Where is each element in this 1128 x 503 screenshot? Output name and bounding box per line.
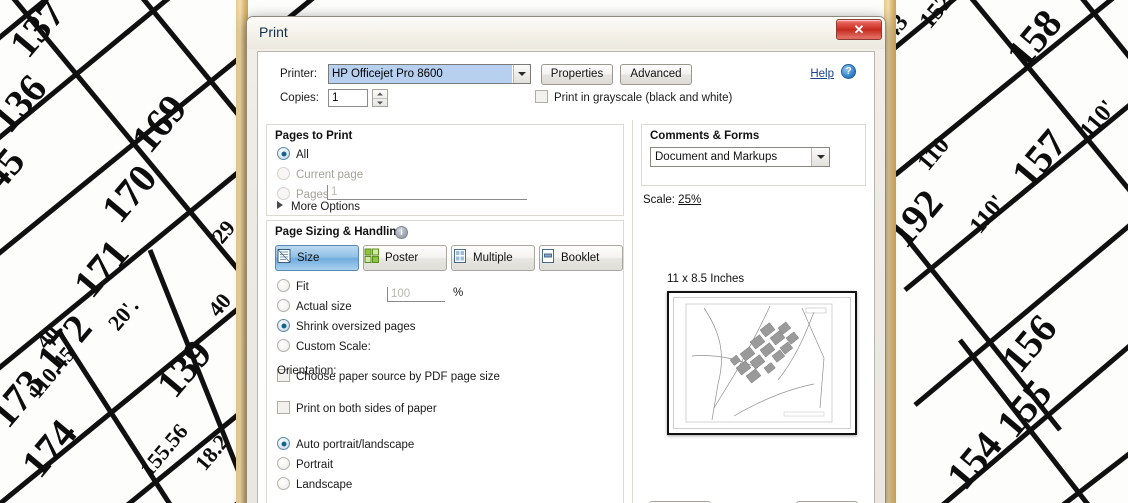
- help-link[interactable]: Help: [810, 68, 834, 80]
- close-icon[interactable]: ✕: [836, 19, 882, 40]
- radio-pages-indicator: [277, 187, 290, 200]
- radio-all-indicator: [277, 147, 290, 160]
- comments-forms-value: Document and Markups: [655, 151, 778, 163]
- left-column: Pages to Print All Current page Pages 1 …: [258, 120, 632, 503]
- chevron-right-icon: [277, 201, 283, 209]
- percent-sign: %: [453, 287, 464, 299]
- preview-site-plan: [674, 298, 850, 428]
- radio-fit-label: Fit: [296, 281, 309, 293]
- dialog-titlebar[interactable]: Print ✕: [247, 17, 885, 49]
- copies-stepper[interactable]: [372, 89, 388, 107]
- comments-forms-title: Comments & Forms: [650, 130, 760, 142]
- more-options-expander[interactable]: More Options: [277, 201, 360, 213]
- printer-section: Printer: HP Officejet Pro 8600 Propertie…: [258, 52, 874, 120]
- copies-input[interactable]: 1: [328, 89, 368, 107]
- comments-forms-group: Comments & Forms Document and Markups: [641, 124, 866, 186]
- both-sides-checkbox[interactable]: [277, 401, 290, 414]
- radio-pages-label: Pages: [296, 189, 329, 201]
- radio-landscape-label: Landscape: [296, 479, 353, 491]
- radio-shrink-oversized-indicator: [277, 319, 290, 332]
- radio-custom-scale-indicator: [277, 339, 290, 352]
- pages-to-print-title: Pages to Print: [275, 130, 353, 142]
- page-sizing-group: Page Sizing & Handling i Size Poster Mul…: [266, 220, 624, 503]
- print-preview[interactable]: [667, 291, 857, 435]
- radio-current-page-indicator: [277, 167, 290, 180]
- copies-label: Copies:: [280, 92, 319, 104]
- info-icon[interactable]: i: [395, 226, 408, 239]
- radio-auto-orientation-label: Auto portrait/landscape: [296, 439, 415, 451]
- help-icon[interactable]: ?: [841, 64, 856, 79]
- radio-shrink-oversized[interactable]: Shrink oversized pages: [277, 319, 416, 333]
- both-sides-label: Print on both sides of paper: [296, 403, 437, 415]
- custom-scale-input[interactable]: 100: [387, 287, 445, 302]
- pages-range-input[interactable]: 1: [327, 185, 527, 200]
- booklet-mode-button[interactable]: Booklet: [539, 245, 623, 271]
- radio-portrait[interactable]: Portrait: [277, 457, 333, 471]
- printer-selected-value: HP Officejet Pro 8600: [329, 65, 512, 83]
- radio-portrait-indicator: [277, 457, 290, 470]
- radio-current-page-label: Current page: [296, 169, 364, 181]
- right-column: Comments & Forms Document and Markups Sc…: [632, 120, 874, 503]
- radio-auto-orientation-indicator: [277, 437, 290, 450]
- poster-mode-button[interactable]: Poster: [363, 245, 447, 271]
- radio-portrait-label: Portrait: [296, 459, 334, 471]
- page-size-icon: [276, 248, 292, 264]
- booklet-icon: [540, 248, 556, 264]
- poster-mode-label: Poster: [385, 252, 419, 264]
- radio-fit[interactable]: Fit: [277, 279, 309, 293]
- radio-fit-indicator: [277, 279, 290, 292]
- radio-landscape[interactable]: Landscape: [277, 477, 352, 491]
- multiple-mode-label: Multiple: [473, 252, 513, 264]
- dialog-body: Printer: HP Officejet Pro 8600 Propertie…: [257, 51, 875, 503]
- printer-select[interactable]: HP Officejet Pro 8600: [328, 64, 531, 84]
- printer-label: Printer:: [280, 68, 318, 80]
- checkbox-both-sides[interactable]: Print on both sides of paper: [277, 401, 437, 415]
- grayscale-label: Print in grayscale (black and white): [554, 92, 733, 104]
- scale-label: Scale:: [643, 194, 675, 206]
- radio-actual-size[interactable]: Actual size: [277, 299, 352, 313]
- size-mode-button[interactable]: Size: [275, 245, 359, 271]
- size-mode-label: Size: [297, 252, 320, 264]
- print-dialog: Print ✕ Printer: HP Officejet Pro 8600 P…: [246, 16, 886, 503]
- radio-landscape-indicator: [277, 477, 290, 490]
- grayscale-checkbox-row[interactable]: Print in grayscale (black and white): [535, 90, 732, 104]
- radio-actual-size-indicator: [277, 299, 290, 312]
- multiple-pages-icon: [452, 248, 468, 264]
- radio-all[interactable]: All: [277, 147, 309, 161]
- scale-value: 25%: [678, 194, 702, 206]
- chevron-down-icon[interactable]: [811, 148, 829, 166]
- orientation-label: Orientation:: [277, 365, 337, 377]
- grayscale-checkbox[interactable]: [535, 90, 548, 103]
- radio-all-label: All: [296, 149, 309, 161]
- dialog-title: Print: [259, 24, 288, 40]
- radio-custom-scale-label: Custom Scale:: [296, 341, 371, 353]
- radio-pages[interactable]: Pages: [277, 187, 329, 201]
- radio-custom-scale[interactable]: Custom Scale:: [277, 339, 371, 353]
- comments-forms-select[interactable]: Document and Markups: [650, 147, 830, 167]
- radio-auto-orientation[interactable]: Auto portrait/landscape: [277, 437, 414, 451]
- radio-actual-size-label: Actual size: [296, 301, 352, 313]
- multiple-mode-button[interactable]: Multiple: [451, 245, 535, 271]
- preview-scale: Scale: 25%: [643, 194, 701, 206]
- advanced-button[interactable]: Advanced: [620, 64, 692, 85]
- poster-icon: [364, 248, 380, 264]
- page-sizing-title: Page Sizing & Handling: [275, 226, 404, 238]
- radio-current-page[interactable]: Current page: [277, 167, 363, 181]
- more-options-label: More Options: [291, 201, 361, 213]
- print-preview-page: [673, 297, 851, 429]
- pages-to-print-group: Pages to Print All Current page Pages 1 …: [266, 124, 624, 216]
- chevron-down-icon[interactable]: [513, 65, 530, 83]
- properties-button[interactable]: Properties: [541, 64, 613, 85]
- paper-dimensions-label: 11 x 8.5 Inches: [667, 273, 745, 285]
- booklet-mode-label: Booklet: [561, 252, 600, 264]
- radio-shrink-oversized-label: Shrink oversized pages: [296, 321, 416, 333]
